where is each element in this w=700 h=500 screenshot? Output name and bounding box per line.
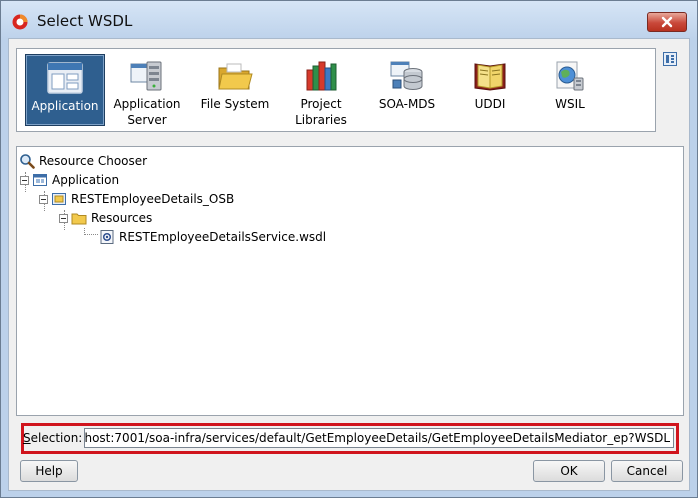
title-bar[interactable]: Select WSDL [1, 1, 697, 41]
category-soa-mds[interactable]: SOA-MDS [367, 54, 447, 126]
category-application-server[interactable]: Application Server [107, 54, 187, 127]
tree-node-label: RESTEmployeeDetailsService.wsdl [119, 230, 327, 244]
category-label: WSIL [555, 97, 585, 111]
category-uddi[interactable]: UDDI [450, 54, 530, 126]
tree-node-project[interactable]: RESTEmployeeDetails_OSB [39, 190, 234, 208]
resource-category-bar: Application Application Server File Syst… [16, 48, 656, 132]
help-button[interactable]: Help [20, 460, 78, 482]
project-node-icon [52, 193, 66, 205]
category-wsil[interactable]: WSIL [530, 54, 610, 126]
selection-label-mnemonic: S [23, 431, 31, 445]
category-label: Application [31, 99, 99, 113]
folder-node-icon [71, 213, 87, 225]
selection-field[interactable]: http://localhost:7001/soa-infra/services… [84, 428, 674, 448]
resource-tree[interactable]: Resource Chooser Application RESTEmploye… [16, 146, 684, 416]
collapse-toggle-icon[interactable] [59, 213, 68, 223]
wsil-globe-icon [556, 61, 584, 91]
cancel-button[interactable]: Cancel [611, 460, 683, 482]
category-label: UDDI [474, 97, 506, 111]
tree-node-label: Application [52, 173, 120, 187]
selection-label-text: election: [30, 431, 83, 445]
close-button[interactable] [647, 12, 687, 32]
category-application[interactable]: Application [25, 54, 105, 126]
application-node-icon [33, 174, 47, 186]
tree-node-label: Resources [91, 211, 153, 225]
uddi-book-icon [474, 63, 506, 91]
selection-label: Selection: [23, 431, 82, 445]
collapse-toggle-icon[interactable] [20, 175, 29, 185]
selection-value: http://localhost:7001/soa-infra/services… [84, 431, 670, 445]
books-icon [306, 61, 337, 91]
category-file-system[interactable]: File System [195, 54, 275, 126]
folder-icon [218, 63, 253, 90]
category-label: File System [200, 97, 270, 111]
tree-node-wsdl-file[interactable]: RESTEmployeeDetailsService.wsdl [99, 228, 326, 246]
magnifier-icon [20, 154, 35, 169]
tree-node-label: RESTEmployeeDetails_OSB [71, 192, 235, 206]
category-project-libraries[interactable]: Project Libraries [281, 54, 361, 127]
category-label: Project Libraries [295, 97, 347, 127]
collapse-toggle-icon[interactable] [39, 194, 48, 204]
application-server-icon [130, 61, 162, 91]
tree-node-resources-folder[interactable]: Resources [59, 209, 152, 227]
tree-node-resource-chooser[interactable]: Resource Chooser [19, 152, 147, 170]
select-wsdl-dialog: Select WSDL Application Application Serv… [0, 0, 698, 498]
list-view-toggle-icon[interactable] [663, 52, 677, 66]
category-label: Application Server [113, 97, 181, 127]
soa-mds-database-icon [390, 61, 423, 90]
wsdl-file-icon [100, 230, 114, 244]
close-icon [661, 16, 673, 28]
tree-node-label: Resource Chooser [39, 154, 148, 168]
ok-button[interactable]: OK [533, 460, 605, 482]
application-window-icon [47, 62, 83, 94]
oracle-app-icon [12, 14, 28, 30]
window-title: Select WSDL [37, 12, 133, 30]
category-label: SOA-MDS [378, 97, 436, 111]
dialog-body: Application Application Server File Syst… [8, 38, 690, 491]
tree-node-application[interactable]: Application [20, 171, 119, 189]
